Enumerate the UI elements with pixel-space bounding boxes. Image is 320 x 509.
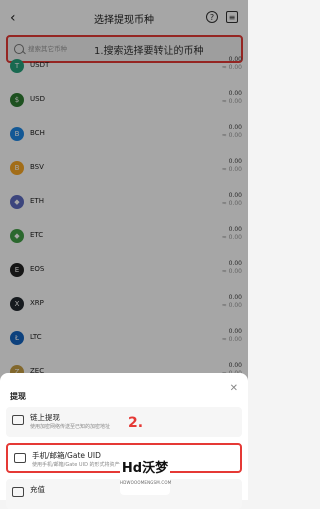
close-icon[interactable]: ✕ bbox=[230, 383, 238, 394]
watermark-sub: HDWOOOMENGSM.COM bbox=[120, 480, 172, 485]
user-card-icon bbox=[14, 453, 26, 463]
chain-icon bbox=[12, 415, 24, 425]
step-annotation: 2. bbox=[128, 415, 144, 431]
option-title: 充值 bbox=[30, 485, 45, 494]
sheet-title: 提现 bbox=[10, 392, 26, 401]
option-onchain-withdraw[interactable]: 链上提现 使用加密网络传送至已知的加密地址 bbox=[6, 407, 242, 437]
option-desc: 使用加密网络传送至已知的加密地址 bbox=[30, 424, 111, 430]
option-title: 链上提现 bbox=[30, 413, 60, 422]
watermark-title: Hd沃梦 bbox=[121, 461, 169, 476]
option-title: 手机/邮箱/Gate UID bbox=[32, 451, 101, 460]
watermark-logo: Hd沃梦 HDWOOOMENGSM.COM bbox=[120, 455, 172, 495]
screen: ‹ 选择提现币种 ? ≡ 搜索其它币种 1.搜索选择要转让的币种 T USDT 0.… bbox=[0, 0, 248, 509]
deposit-icon bbox=[12, 487, 24, 497]
